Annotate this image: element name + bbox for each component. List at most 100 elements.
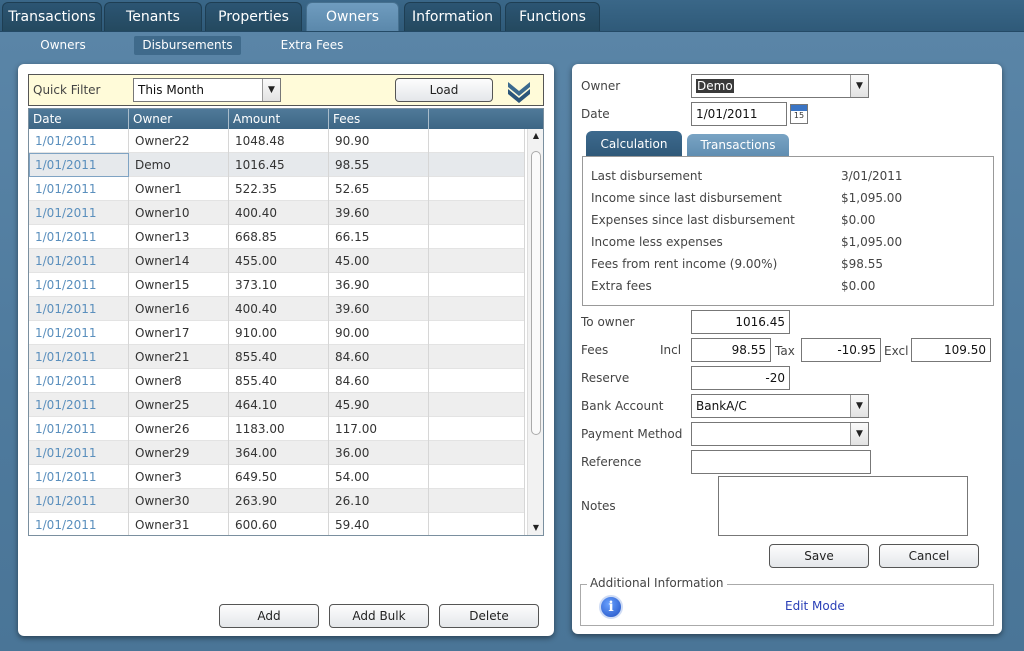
table-row[interactable]: 1/01/2011 Owner25 464.10 45.90 bbox=[29, 393, 525, 417]
cell-amount: 855.40 bbox=[229, 369, 329, 393]
tab-tenants[interactable]: Tenants bbox=[104, 2, 202, 31]
delete-button[interactable]: Delete bbox=[439, 604, 539, 628]
tab-owners[interactable]: Owners bbox=[306, 2, 399, 31]
cancel-button[interactable]: Cancel bbox=[879, 544, 979, 568]
cell-fees: 84.60 bbox=[329, 345, 429, 369]
cell-empty bbox=[429, 441, 525, 465]
chevron-down-icon[interactable]: ▼ bbox=[850, 75, 868, 97]
calc-row-value: $1,095.00 bbox=[841, 235, 903, 249]
add-bulk-button[interactable]: Add Bulk bbox=[329, 604, 429, 628]
cell-fees: 90.00 bbox=[329, 321, 429, 345]
cell-date: 1/01/2011 bbox=[29, 417, 129, 441]
date-field[interactable]: 1/01/2011 bbox=[691, 102, 787, 126]
payment-method-select[interactable]: ▼ bbox=[691, 422, 869, 446]
column-header-fees[interactable]: Fees bbox=[329, 109, 429, 129]
cell-empty bbox=[429, 369, 525, 393]
fees-excl-field[interactable]: 109.50 bbox=[911, 338, 991, 362]
cell-amount: 364.00 bbox=[229, 441, 329, 465]
payment-method-label: Payment Method bbox=[581, 427, 683, 441]
owner-value: Demo bbox=[696, 79, 734, 93]
scroll-up-icon[interactable]: ▲ bbox=[528, 129, 543, 143]
table-row[interactable]: 1/01/2011 Owner10 400.40 39.60 bbox=[29, 201, 525, 225]
add-button[interactable]: Add bbox=[219, 604, 319, 628]
tab-functions[interactable]: Functions bbox=[505, 2, 600, 31]
cell-date: 1/01/2011 bbox=[29, 249, 129, 273]
notes-field[interactable] bbox=[718, 476, 968, 536]
tab-properties[interactable]: Properties bbox=[205, 2, 302, 31]
cell-amount: 455.00 bbox=[229, 249, 329, 273]
table-row[interactable]: 1/01/2011 Owner8 855.40 84.60 bbox=[29, 369, 525, 393]
reference-field[interactable] bbox=[691, 450, 871, 474]
table-row[interactable]: 1/01/2011 Owner14 455.00 45.00 bbox=[29, 249, 525, 273]
calc-row-value: $1,095.00 bbox=[841, 191, 903, 205]
notes-label: Notes bbox=[581, 499, 616, 513]
chevron-down-icon[interactable]: ▼ bbox=[262, 79, 280, 101]
tab-calculation[interactable]: Calculation bbox=[586, 131, 682, 157]
table-row[interactable]: 1/01/2011 Owner21 855.40 84.60 bbox=[29, 345, 525, 369]
column-header-amount[interactable]: Amount bbox=[229, 109, 329, 129]
cell-amount: 263.90 bbox=[229, 489, 329, 513]
tab-transactions-detail[interactable]: Transactions bbox=[687, 134, 789, 157]
disbursement-detail-panel: Owner Demo ▼ Date 1/01/2011 15 Calculati… bbox=[572, 64, 1002, 634]
table-row[interactable]: 1/01/2011 Owner1 522.35 52.65 bbox=[29, 177, 525, 201]
cell-date: 1/01/2011 bbox=[29, 441, 129, 465]
calculation-box: Last disbursement 3/01/2011 Income since l… bbox=[582, 156, 994, 306]
table-row[interactable]: 1/01/2011 Owner13 668.85 66.15 bbox=[29, 225, 525, 249]
table-row[interactable]: 1/01/2011 Owner15 373.10 36.90 bbox=[29, 273, 525, 297]
calendar-icon[interactable]: 15 bbox=[790, 104, 808, 124]
cell-fees: 54.00 bbox=[329, 465, 429, 489]
subtab-owners[interactable]: Owners bbox=[30, 36, 96, 55]
cell-owner: Owner3 bbox=[129, 465, 229, 489]
bank-account-value: BankA/C bbox=[696, 399, 747, 413]
table-row[interactable]: 1/01/2011 Owner30 263.90 26.10 bbox=[29, 489, 525, 513]
chevron-down-icon[interactable]: ▼ bbox=[850, 423, 868, 445]
table-row[interactable]: 1/01/2011 Owner29 364.00 36.00 bbox=[29, 441, 525, 465]
calc-row-label: Extra fees bbox=[591, 279, 652, 293]
tab-information[interactable]: Information bbox=[404, 2, 501, 31]
sub-navigation: Owners Disbursements Extra Fees bbox=[0, 33, 1024, 57]
quick-filter-select[interactable]: This Month ▼ bbox=[133, 78, 281, 102]
cell-fees: 36.00 bbox=[329, 441, 429, 465]
cell-date: 1/01/2011 bbox=[29, 393, 129, 417]
cell-amount: 400.40 bbox=[229, 297, 329, 321]
fees-incl-label: Incl bbox=[660, 343, 682, 357]
cell-date: 1/01/2011 bbox=[29, 369, 129, 393]
subtab-disbursements[interactable]: Disbursements bbox=[134, 36, 241, 55]
tab-transactions[interactable]: Transactions bbox=[2, 2, 102, 31]
fees-incl-field[interactable]: 98.55 bbox=[691, 338, 771, 362]
table-row[interactable]: 1/01/2011 Owner17 910.00 90.00 bbox=[29, 321, 525, 345]
table-row[interactable]: 1/01/2011 Owner16 400.40 39.60 bbox=[29, 297, 525, 321]
cell-empty bbox=[429, 345, 525, 369]
column-header-date[interactable]: Date bbox=[29, 109, 129, 129]
cell-owner: Owner10 bbox=[129, 201, 229, 225]
cell-empty bbox=[429, 177, 525, 201]
save-button[interactable]: Save bbox=[769, 544, 869, 568]
table-row[interactable]: 1/01/2011 Owner3 649.50 54.00 bbox=[29, 465, 525, 489]
cell-empty bbox=[429, 153, 525, 177]
load-button[interactable]: Load bbox=[395, 78, 493, 102]
reference-label: Reference bbox=[581, 455, 642, 469]
bank-account-select[interactable]: BankA/C ▼ bbox=[691, 394, 869, 418]
double-chevron-down-icon[interactable] bbox=[505, 77, 533, 105]
owner-select[interactable]: Demo ▼ bbox=[691, 74, 869, 98]
cell-empty bbox=[429, 393, 525, 417]
reserve-field[interactable]: -20 bbox=[691, 366, 790, 390]
cell-owner: Owner1 bbox=[129, 177, 229, 201]
cell-owner: Owner14 bbox=[129, 249, 229, 273]
cell-owner: Owner31 bbox=[129, 513, 229, 535]
grid-scrollbar[interactable]: ▲ ▼ bbox=[527, 129, 543, 535]
scroll-down-icon[interactable]: ▼ bbox=[528, 521, 543, 535]
scroll-thumb[interactable] bbox=[531, 151, 541, 435]
grid-header: Date Owner Amount Fees bbox=[29, 109, 543, 129]
table-row[interactable]: 1/01/2011 Owner31 600.60 59.40 bbox=[29, 513, 525, 535]
chevron-down-icon[interactable]: ▼ bbox=[850, 395, 868, 417]
cell-fees: 59.40 bbox=[329, 513, 429, 535]
subtab-extra-fees[interactable]: Extra Fees bbox=[274, 36, 350, 55]
table-row[interactable]: 1/01/2011 Owner22 1048.48 90.90 bbox=[29, 129, 525, 153]
fees-tax-field[interactable]: -10.95 bbox=[801, 338, 881, 362]
cell-date: 1/01/2011 bbox=[29, 273, 129, 297]
to-owner-field[interactable]: 1016.45 bbox=[691, 310, 790, 334]
table-row[interactable]: 1/01/2011 Owner26 1183.00 117.00 bbox=[29, 417, 525, 441]
table-row[interactable]: 1/01/2011 Demo 1016.45 98.55 bbox=[29, 153, 525, 177]
column-header-owner[interactable]: Owner bbox=[129, 109, 229, 129]
